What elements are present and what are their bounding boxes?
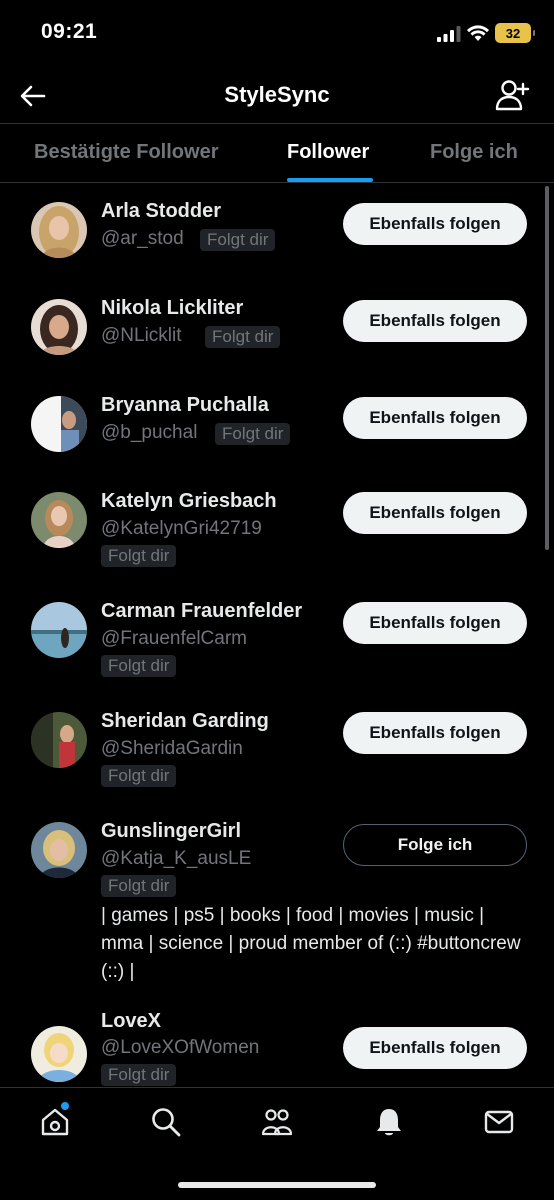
follower-list: Arla Stodder @ar_stod Folgt dir Ebenfall… bbox=[0, 184, 554, 1087]
follow-back-button[interactable]: Ebenfalls folgen bbox=[343, 1027, 527, 1069]
follows-you-badge: Folgt dir bbox=[101, 1064, 177, 1086]
avatar[interactable] bbox=[31, 1026, 87, 1082]
follows-you-badge: Folgt dir bbox=[101, 655, 177, 677]
user-handle: @FrauenfelCarm bbox=[101, 628, 247, 649]
wifi-icon bbox=[467, 25, 489, 41]
avatar[interactable] bbox=[31, 492, 87, 548]
follow-back-button[interactable]: Ebenfalls folgen bbox=[343, 397, 527, 439]
notification-dot bbox=[61, 1102, 69, 1110]
communities-icon[interactable] bbox=[261, 1106, 293, 1138]
avatar[interactable] bbox=[31, 712, 87, 768]
follows-you-badge: Folgt dir bbox=[205, 326, 281, 348]
home-indicator bbox=[178, 1182, 376, 1188]
follows-you-badge: Folgt dir bbox=[215, 423, 291, 445]
status-time: 09:21 bbox=[41, 20, 98, 43]
scrollbar[interactable] bbox=[545, 186, 549, 550]
follows-you-badge: Folgt dir bbox=[101, 545, 177, 567]
user-bio: | games | ps5 | books | food | movies | … bbox=[101, 905, 521, 982]
battery-level: 32 bbox=[505, 25, 521, 41]
follow-back-button[interactable]: Ebenfalls folgen bbox=[343, 492, 527, 534]
home-icon[interactable] bbox=[39, 1106, 71, 1138]
follows-you-badge: Folgt dir bbox=[101, 875, 177, 897]
follow-back-button[interactable]: Ebenfalls folgen bbox=[343, 300, 527, 342]
page-title: StyleSync bbox=[224, 82, 330, 107]
user-name: GunslingerGirl bbox=[101, 820, 242, 842]
search-icon[interactable] bbox=[150, 1106, 182, 1138]
user-handle: @LoveXOfWomen bbox=[101, 1037, 260, 1058]
signal-icon bbox=[437, 26, 461, 42]
add-user-icon[interactable] bbox=[494, 78, 530, 112]
follow-back-button[interactable]: Ebenfalls folgen bbox=[343, 712, 527, 754]
avatar[interactable] bbox=[31, 299, 87, 355]
user-name: Arla Stodder bbox=[101, 200, 222, 222]
user-handle: @b_puchal bbox=[101, 422, 198, 443]
follow-back-button[interactable]: Ebenfalls folgen bbox=[343, 602, 527, 644]
user-name: Katelyn Griesbach bbox=[101, 490, 277, 512]
user-name: Nikola Lickliter bbox=[101, 297, 244, 319]
following-button[interactable]: Folge ich bbox=[343, 824, 527, 866]
top-bar: StyleSync bbox=[0, 68, 554, 124]
user-handle: @NLicklit bbox=[101, 325, 182, 346]
tab-following[interactable]: Folge ich bbox=[430, 141, 518, 164]
notifications-icon[interactable] bbox=[373, 1106, 405, 1138]
user-name: LoveX bbox=[101, 1010, 162, 1032]
avatar[interactable] bbox=[31, 602, 87, 658]
active-tab-indicator bbox=[287, 178, 373, 182]
status-bar: 09:21 32 bbox=[0, 0, 554, 68]
user-name: Sheridan Garding bbox=[101, 710, 269, 732]
user-handle: @Katja_K_ausLE bbox=[101, 848, 252, 869]
battery-icon: 32 bbox=[495, 23, 535, 43]
follows-you-badge: Folgt dir bbox=[200, 229, 276, 251]
user-handle: @ar_stod bbox=[101, 228, 184, 249]
follow-back-button[interactable]: Ebenfalls folgen bbox=[343, 203, 527, 245]
user-handle: @KatelynGri42719 bbox=[101, 518, 262, 539]
avatar[interactable] bbox=[31, 202, 87, 258]
bottom-nav bbox=[0, 1087, 554, 1200]
tab-verified-followers[interactable]: Bestätigte Follower bbox=[34, 141, 218, 164]
tab-bar: Bestätigte Follower Follower Folge ich bbox=[0, 124, 554, 183]
user-handle: @SheridaGardin bbox=[101, 738, 243, 759]
user-name: Bryanna Puchalla bbox=[101, 394, 269, 416]
tab-followers[interactable]: Follower bbox=[287, 141, 369, 164]
user-name: Carman Frauenfelder bbox=[101, 600, 303, 622]
avatar[interactable] bbox=[31, 822, 87, 878]
follows-you-badge: Folgt dir bbox=[101, 765, 177, 787]
messages-icon[interactable] bbox=[483, 1106, 515, 1138]
avatar[interactable] bbox=[31, 396, 87, 452]
